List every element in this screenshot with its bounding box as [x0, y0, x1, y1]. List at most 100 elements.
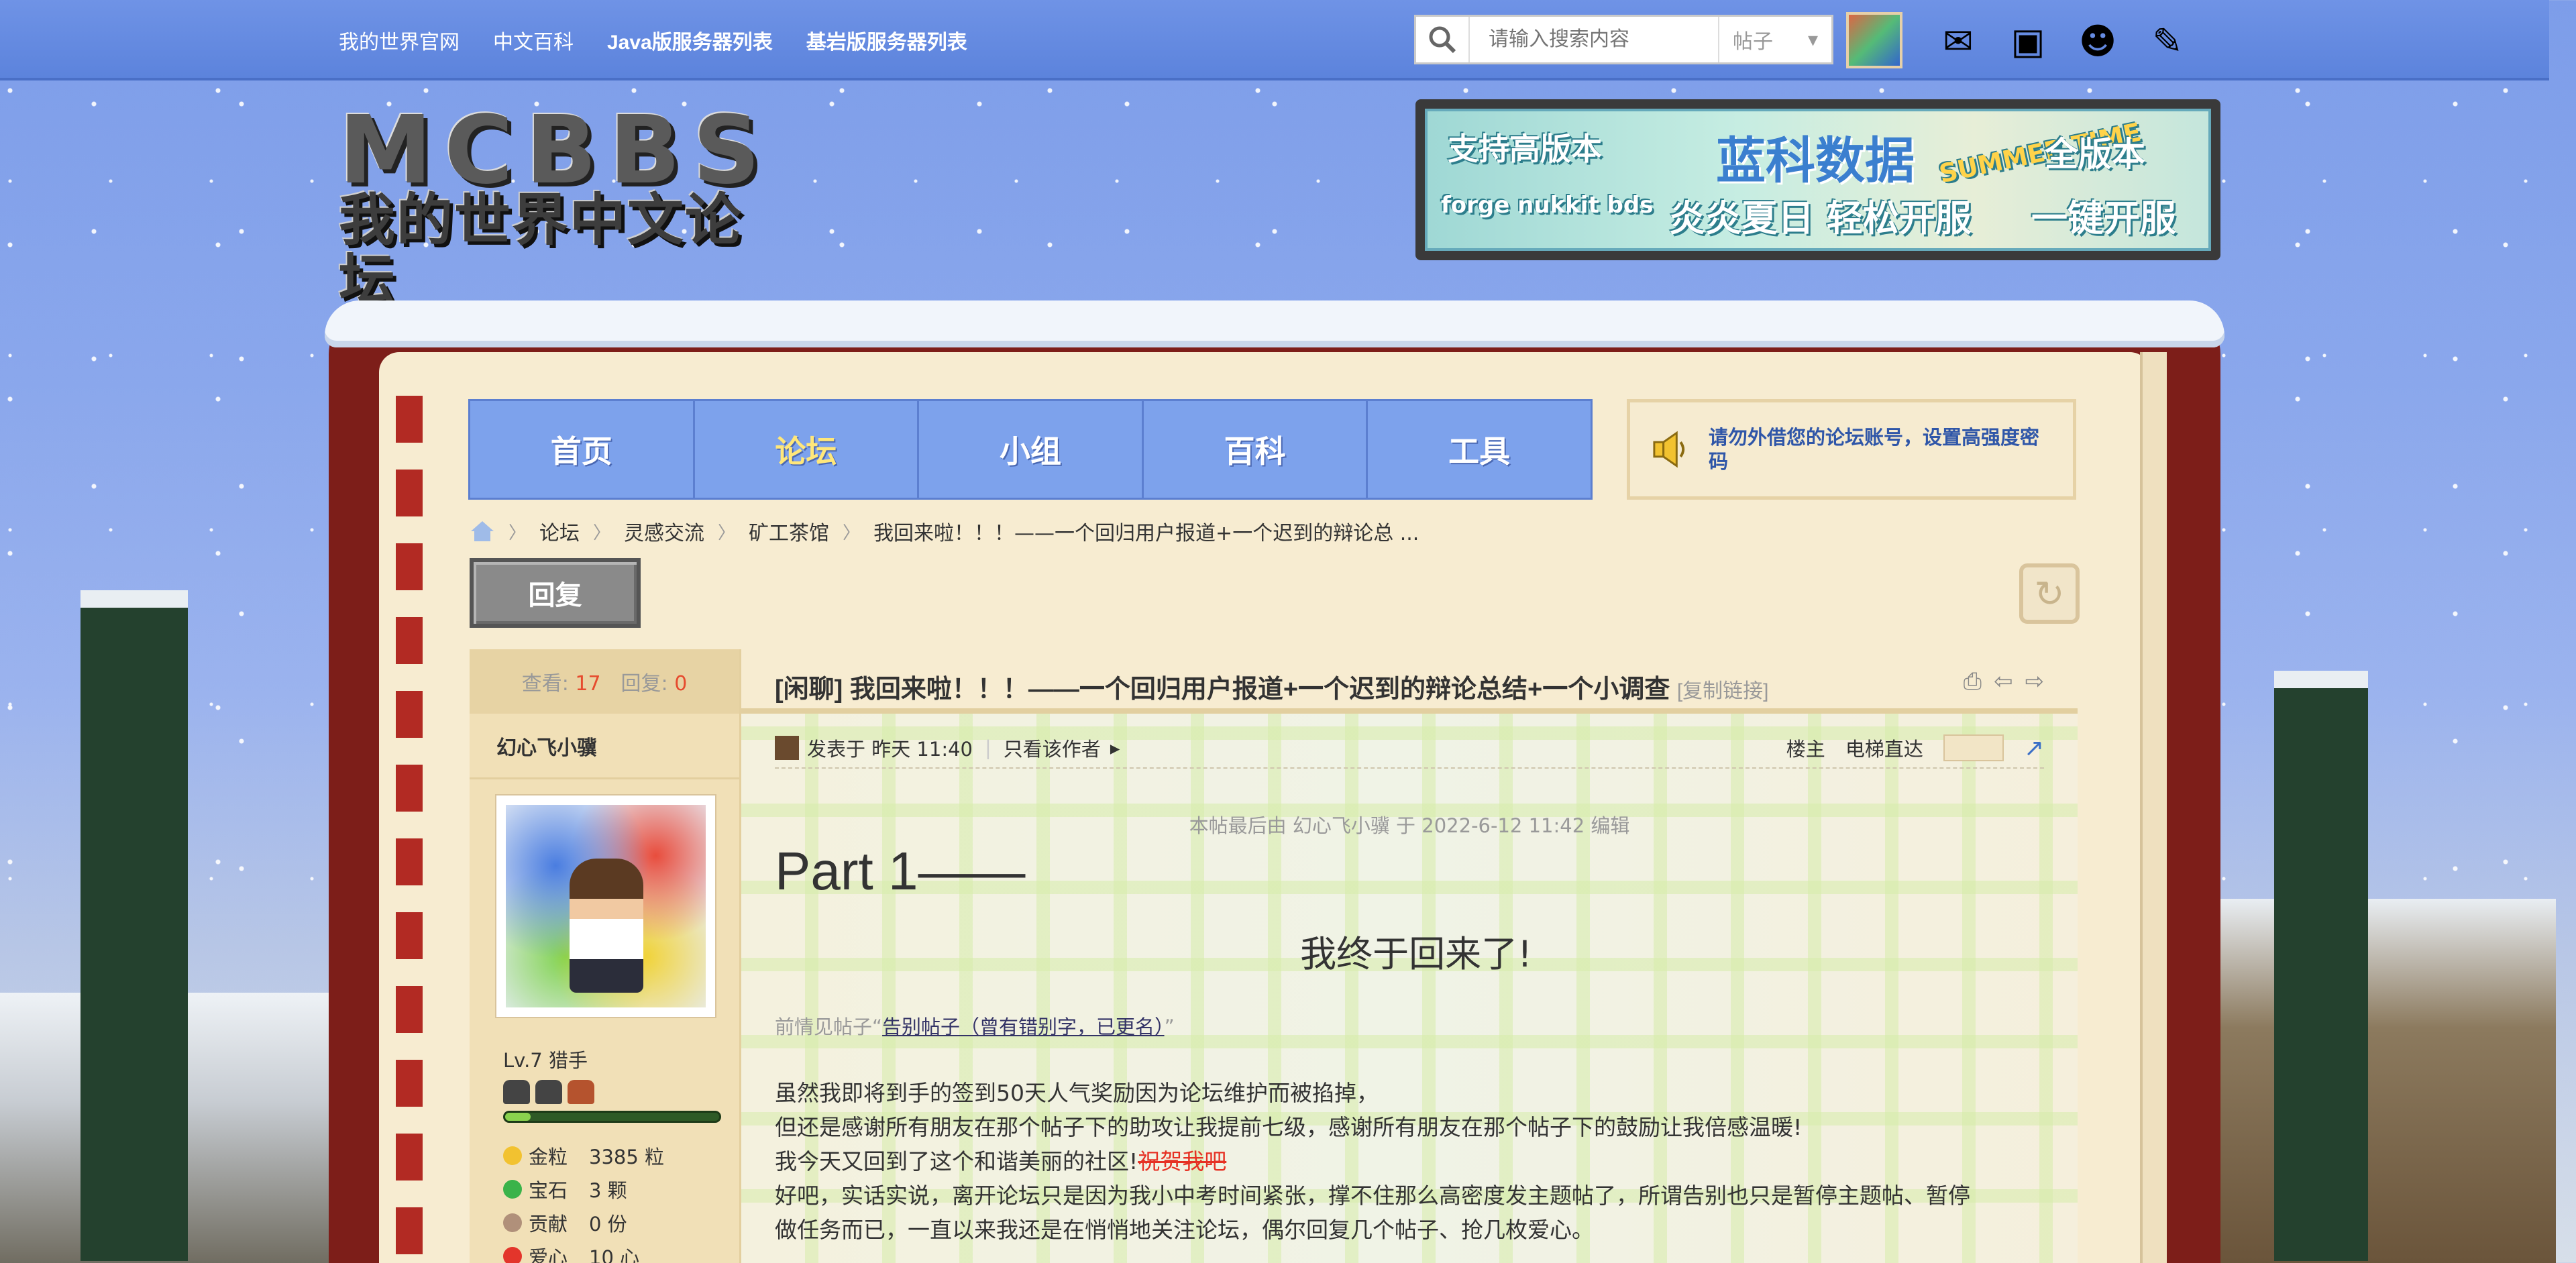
contribution-icon: [503, 1213, 522, 1232]
top-link-wiki[interactable]: 中文百科: [493, 25, 574, 55]
edit-note: 本帖最后由 幻心飞小骥 于 2022-6-12 11:42 编辑: [1189, 814, 1630, 837]
home-icon[interactable]: [470, 520, 495, 543]
only-author-link[interactable]: 只看该作者: [1004, 734, 1101, 762]
top-link-java-servers[interactable]: Java版服务器列表: [607, 25, 773, 55]
nav-forum[interactable]: 论坛: [695, 401, 920, 498]
gem-icon: [503, 1180, 522, 1199]
heart-icon: [503, 1247, 522, 1263]
stat-key: 贡献: [529, 1213, 568, 1235]
post-time: 发表于 昨天 11:40: [807, 738, 973, 761]
author-level: Lv.7 猎手: [503, 1049, 588, 1072]
nav-wiki[interactable]: 百科: [1144, 401, 1368, 498]
breadcrumb-inspiration[interactable]: 灵感交流: [624, 516, 704, 546]
nav-tools[interactable]: 工具: [1368, 401, 1591, 498]
top-icons: ✉ ▣ ☻ ✎: [1932, 15, 2194, 67]
post-line: 我今天又回到了这个和谐美丽的社区!祝贺我吧: [775, 1144, 2049, 1178]
level-progress-bar: [503, 1111, 721, 1123]
back-to-list-icon[interactable]: ↻: [2019, 563, 2080, 624]
stat-row-love: 爱心 10 心: [503, 1240, 664, 1263]
pine-tree-left: [80, 590, 188, 1261]
post-line: 虽然我即将到手的签到50天人气奖励因为论坛维护而被掐掉，: [775, 1080, 1379, 1106]
helmet-icon: [535, 1080, 562, 1104]
search-box: 帖子 ▾: [1414, 15, 1833, 64]
author-avatar[interactable]: [496, 795, 715, 1017]
stat-value: 0 份: [589, 1213, 627, 1235]
copy-link-button[interactable]: [复制链接]: [1677, 680, 1769, 702]
snowy-hill-right: [2180, 899, 2556, 1263]
breadcrumb-forum[interactable]: 论坛: [539, 516, 580, 546]
level-badges: [503, 1080, 594, 1104]
ad-text-center-bottom: 炎炎夏日 轻松开服: [1669, 197, 1972, 239]
speaker-icon: [1653, 431, 1685, 468]
level-progress-fill: [505, 1113, 531, 1121]
user-avatar[interactable]: [1846, 12, 1902, 68]
stat-value: 3 颗: [589, 1179, 627, 1202]
main-nav: 首页 论坛 小组 百科 工具: [468, 399, 1593, 500]
search-scope-select[interactable]: 帖子 ▾: [1718, 17, 1831, 62]
helmet-icon: [503, 1080, 530, 1104]
pine-tree-right: [2274, 671, 2368, 1261]
strikethrough-text: 祝贺我吧: [1138, 1148, 1227, 1174]
logo-subtitle: 我的世界中文论坛: [339, 187, 743, 313]
floor-label: 楼主: [1786, 738, 1825, 761]
breadcrumb: 〉 论坛 〉 灵感交流 〉 矿工茶馆 〉 我回来啦！！！——一个回归用户报道+一…: [470, 516, 1419, 546]
search-input[interactable]: [1470, 28, 1718, 51]
post-line-text: 我今天又回到了这个和谐美丽的社区!: [775, 1148, 1138, 1174]
reply-button[interactable]: 回复: [470, 558, 641, 628]
breadcrumb-teahouse[interactable]: 矿工茶馆: [749, 516, 829, 546]
helmet-icon: [568, 1080, 594, 1104]
stat-row-gold: 金粒 3385 粒: [503, 1139, 664, 1172]
stat-key: 爱心: [529, 1246, 568, 1263]
ad-text-right-bottom: 一键开服: [2031, 197, 2176, 239]
nav-home[interactable]: 首页: [470, 401, 695, 498]
nav-groups[interactable]: 小组: [919, 401, 1144, 498]
top-nav: 我的世界官网 中文百科 Java版服务器列表 基岩版服务器列表: [339, 25, 967, 55]
stat-value: 3385 粒: [589, 1146, 665, 1168]
breadcrumb-current-thread[interactable]: 我回来啦！！！——一个回归用户报道+一个迟到的辩论总 ...: [873, 516, 1419, 546]
breadcrumb-separator: 〉: [593, 523, 611, 543]
search-icon[interactable]: [1416, 17, 1470, 62]
post-line: 但还是感谢所有朋友在那个帖子下的助攻让我提前七级，感谢所有朋友在那个帖子下的鼓励…: [775, 1114, 1803, 1140]
stat-row-contribution: 贡献 0 份: [503, 1206, 664, 1240]
views-stat: 查看: 17: [521, 672, 601, 696]
previous-thread-icon[interactable]: ⇦: [1994, 668, 2013, 695]
author-name[interactable]: 幻心飞小骥: [470, 714, 739, 779]
thread-stats: 查看: 17 回复: 0: [470, 649, 739, 714]
elevator-input[interactable]: [1943, 734, 2004, 761]
mail-icon[interactable]: ✉: [1932, 15, 1984, 67]
chevron-right-icon: ▸: [1110, 736, 1120, 759]
post-subheading: 我终于回来了!: [1300, 933, 1532, 975]
replies-stat: 回复: 0: [621, 672, 688, 696]
breadcrumb-separator: 〉: [508, 523, 527, 543]
post-body: 虽然我即将到手的签到50天人气奖励因为论坛维护而被掐掉， 但还是感谢所有朋友在那…: [775, 1076, 2049, 1247]
author-stats-list: 金粒 3385 粒 宝石 3 颗 贡献 0 份 爱心 10 心: [503, 1139, 664, 1263]
breadcrumb-separator: 〉: [718, 523, 736, 543]
profile-icon[interactable]: ☻: [2072, 15, 2124, 67]
site-logo[interactable]: MCBBS 我的世界中文论坛: [339, 104, 782, 311]
previous-post-note: 前情见帖子“告别帖子（曾有错别字，已更名）”: [775, 1015, 1175, 1038]
ad-text-left-top: 支持高版本: [1448, 131, 1602, 167]
notice-text[interactable]: 请勿外借您的论坛账号，设置高强度密码: [1709, 425, 2053, 474]
book-page-edge: [2140, 352, 2167, 1263]
post-tools: ⎙ ⇦ ⇨: [1964, 668, 2044, 695]
go-floor-icon[interactable]: ↗: [2024, 734, 2044, 762]
ad-banner[interactable]: 支持高版本 forge nukkit bds 蓝科数据 炎炎夏日 轻松开服 SU…: [1415, 99, 2220, 260]
previous-post-link[interactable]: 告别帖子（曾有错别字，已更名）: [882, 1015, 1165, 1038]
top-bar: 我的世界官网 中文百科 Java版服务器列表 基岩版服务器列表 帖子 ▾ ✉ ▣…: [0, 0, 2549, 80]
elevator-label: 电梯直达: [1845, 738, 1923, 761]
chest-icon[interactable]: ▣: [2002, 15, 2054, 67]
print-icon[interactable]: ⎙: [1964, 668, 1982, 695]
views-count: 17: [575, 672, 601, 696]
post-line: 好吧，实话实说，离开论坛只是因为我小中考时间紧张，撑不住那么高密度发主题帖了，所…: [775, 1183, 1970, 1209]
avatar-character: [570, 859, 643, 993]
book-snow-cap: [325, 300, 2224, 347]
online-status-icon: [775, 736, 799, 760]
palette-icon[interactable]: ✎: [2141, 15, 2194, 67]
top-link-official[interactable]: 我的世界官网: [339, 25, 460, 55]
previous-post-label: 前情见帖子: [775, 1015, 873, 1038]
post-title: [闲聊] 我回来啦！！！——一个回归用户报道+一个迟到的辩论总结+一个小调查 […: [775, 668, 1769, 705]
next-thread-icon[interactable]: ⇨: [2025, 668, 2045, 695]
top-link-bedrock-servers[interactable]: 基岩版服务器列表: [806, 25, 967, 55]
stat-row-gem: 宝石 3 颗: [503, 1172, 664, 1206]
ad-text-center-top: 蓝科数据: [1716, 132, 1915, 190]
